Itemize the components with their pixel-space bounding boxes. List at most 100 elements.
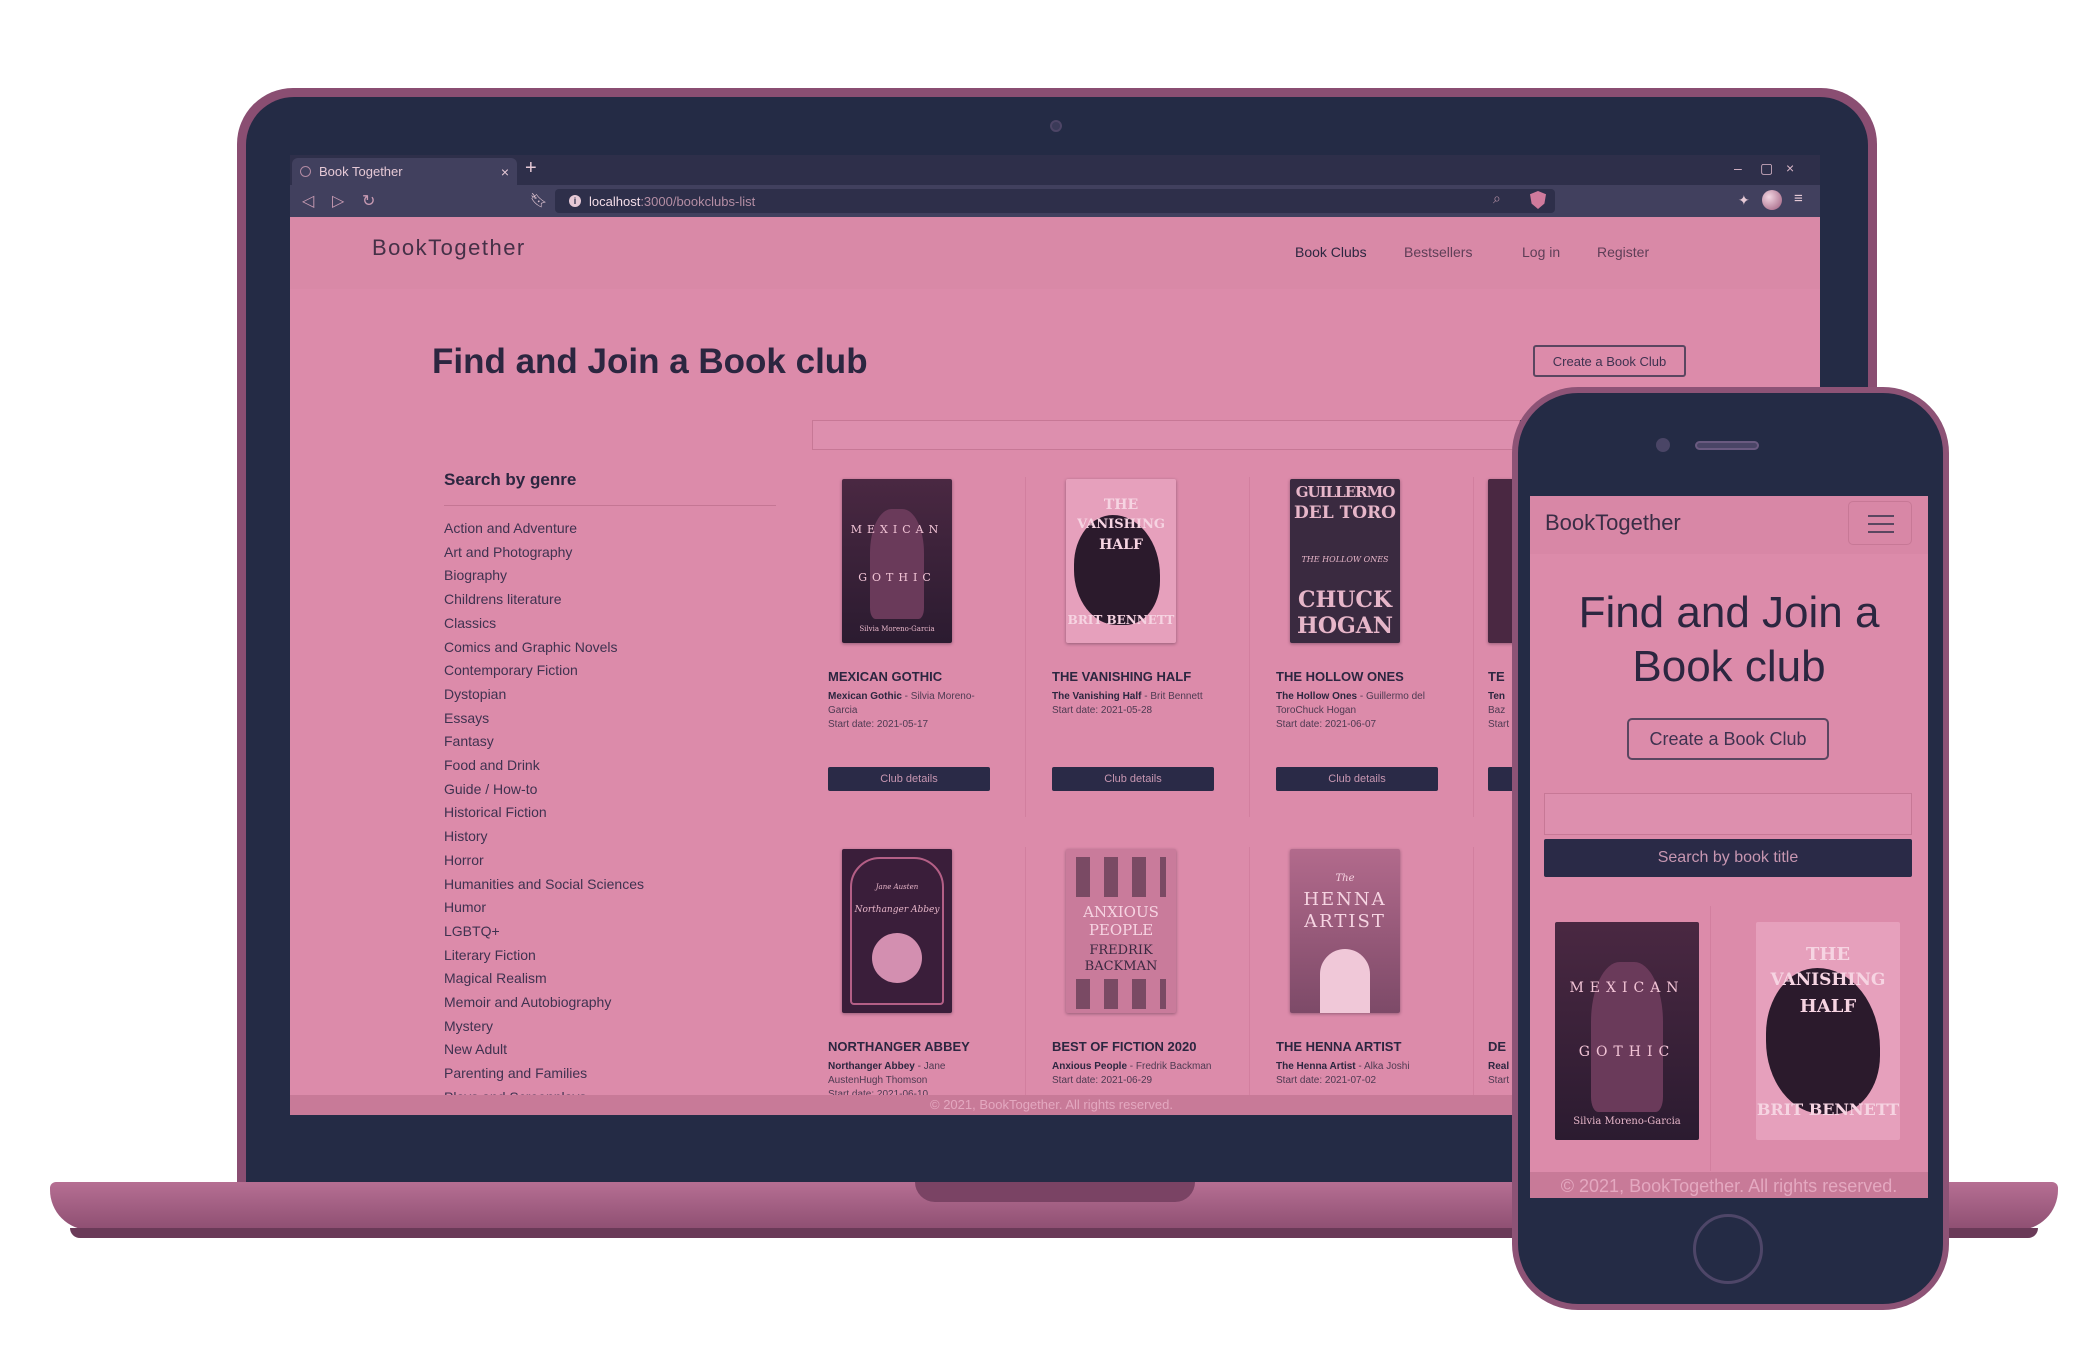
reload-icon[interactable]: ↻ bbox=[362, 191, 375, 211]
site-header: BookTogether Book Clubs Bestsellers Log … bbox=[290, 217, 1820, 289]
club-card: ANXIOUS PEOPLE FREDRIK BACKMAN BEST OF F… bbox=[1040, 847, 1250, 1115]
laptop-notch bbox=[915, 1182, 1195, 1202]
mobile-brand[interactable]: BookTogether bbox=[1545, 510, 1681, 536]
book-cover[interactable]: MEXICAN GOTHIC Silvia Moreno-Garcia bbox=[842, 479, 952, 643]
bookmark-icon[interactable]: 🔖︎ bbox=[530, 192, 548, 209]
tab-bar: Book Together × + – ▢ × bbox=[290, 155, 1820, 185]
mobile-search-button[interactable]: Search by book title bbox=[1544, 839, 1912, 877]
club-meta: Anxious People - Fredrik Backman Start da… bbox=[1052, 1061, 1212, 1086]
club-details-button[interactable]: Club details bbox=[1276, 767, 1438, 791]
club-details-button[interactable]: Club details bbox=[1052, 767, 1214, 791]
genre-link[interactable]: Horror bbox=[444, 849, 644, 873]
club-title: THE HOLLOW ONES bbox=[1276, 669, 1404, 684]
mobile-header: BookTogether bbox=[1530, 496, 1928, 554]
new-tab-button[interactable]: + bbox=[525, 157, 537, 180]
phone-speaker bbox=[1695, 441, 1759, 450]
phone-camera bbox=[1656, 438, 1670, 452]
browser-tab[interactable]: Book Together × bbox=[292, 158, 517, 185]
browser-menu-icon[interactable]: ≡ bbox=[1794, 190, 1803, 207]
zoom-icon[interactable]: ⌕ bbox=[1493, 190, 1501, 207]
genre-link[interactable]: Biography bbox=[444, 564, 644, 588]
url-host: localhost bbox=[589, 193, 641, 209]
nav-register[interactable]: Register bbox=[1597, 244, 1649, 260]
search-input[interactable] bbox=[812, 420, 1520, 450]
phone-screen: BookTogether Find and Join a Book club C… bbox=[1530, 496, 1928, 1198]
genre-link[interactable]: Contemporary Fiction bbox=[444, 659, 644, 683]
mobile-card-divider bbox=[1710, 906, 1711, 1171]
nav-bestsellers[interactable]: Bestsellers bbox=[1404, 244, 1472, 260]
mobile-book-cover[interactable]: MEXICAN GOTHIC Silvia Moreno-Garcia bbox=[1555, 922, 1699, 1140]
genre-link[interactable]: Parenting and Families bbox=[444, 1062, 644, 1086]
club-meta: The Henna Artist - Alka Joshi Start date:… bbox=[1276, 1061, 1410, 1086]
book-cover[interactable]: ANXIOUS PEOPLE FREDRIK BACKMAN bbox=[1066, 849, 1176, 1013]
club-title: BEST OF FICTION 2020 bbox=[1052, 1039, 1197, 1054]
genre-link[interactable]: History bbox=[444, 825, 644, 849]
club-meta: The Vanishing Half - Brit Bennett Start d… bbox=[1052, 691, 1203, 716]
site-brand[interactable]: BookTogether bbox=[372, 235, 526, 261]
site-info-icon[interactable]: i bbox=[569, 195, 581, 207]
genre-link[interactable]: Dystopian bbox=[444, 683, 644, 707]
address-bar: ◁ ▷ ↻ 🔖︎ i localhost :3000/bookclubs-lis… bbox=[290, 185, 1820, 217]
club-title: TE bbox=[1488, 669, 1505, 684]
extensions-icon[interactable]: ✦ bbox=[1738, 192, 1750, 209]
mobile-page-title: Find and Join a Book club bbox=[1578, 588, 1880, 691]
mobile-footer-text: © 2021, BookTogether. All rights reserve… bbox=[1560, 1176, 1898, 1196]
genre-link[interactable]: Humor bbox=[444, 896, 644, 920]
club-title: THE HENNA ARTIST bbox=[1276, 1039, 1402, 1054]
genre-link[interactable]: Historical Fiction bbox=[444, 801, 644, 825]
book-cover[interactable]: Jane Austen Northanger Abbey bbox=[842, 849, 952, 1013]
genre-link[interactable]: Action and Adventure bbox=[444, 517, 644, 541]
genre-link[interactable]: Art and Photography bbox=[444, 541, 644, 565]
tab-close-icon[interactable]: × bbox=[501, 164, 509, 180]
maximize-icon[interactable]: ▢ bbox=[1760, 160, 1773, 177]
club-details-button[interactable]: Club details bbox=[828, 767, 990, 791]
genre-link[interactable]: Childrens literature bbox=[444, 588, 644, 612]
club-card: Jane Austen Northanger Abbey NORTHANGER … bbox=[816, 847, 1026, 1115]
club-card: The HENNA ARTIST THE HENNA ARTIST The He… bbox=[1264, 847, 1474, 1115]
url-field[interactable]: i localhost :3000/bookclubs-list bbox=[555, 189, 1555, 213]
book-cover[interactable]: THE VANISHING HALF BRIT BENNETT bbox=[1066, 479, 1176, 643]
genre-link[interactable]: Literary Fiction bbox=[444, 944, 644, 968]
club-meta: Mexican Gothic - Silvia Moreno-Garcia Sta… bbox=[828, 691, 975, 730]
nav-book-clubs[interactable]: Book Clubs bbox=[1295, 244, 1367, 260]
genre-link[interactable]: Guide / How-to bbox=[444, 778, 644, 802]
book-cover[interactable]: GUILLERMO DEL TORO THE HOLLOW ONES CHUCK… bbox=[1290, 479, 1400, 643]
genre-list: Action and Adventure Art and Photography… bbox=[444, 517, 644, 1110]
genre-heading: Search by genre bbox=[444, 470, 577, 489]
genre-link[interactable]: Mystery bbox=[444, 1015, 644, 1039]
phone-home-button[interactable] bbox=[1693, 1214, 1763, 1284]
back-icon[interactable]: ◁ bbox=[302, 191, 314, 211]
laptop-camera bbox=[1050, 120, 1062, 132]
genre-link[interactable]: Essays bbox=[444, 707, 644, 731]
footer-text: © 2021, BookTogether. All rights reserve… bbox=[930, 1097, 1173, 1112]
club-card: MEXICAN GOTHIC Silvia Moreno-Garcia MEXI… bbox=[816, 477, 1026, 817]
club-title: MEXICAN GOTHIC bbox=[828, 669, 943, 684]
window-close-icon[interactable]: × bbox=[1786, 160, 1794, 176]
page-title: Find and Join a Book club bbox=[432, 342, 868, 381]
club-card: THE VANISHING HALF BRIT BENNETT THE VANI… bbox=[1040, 477, 1250, 817]
mobile-book-cover[interactable]: THE VANISHING HALF BRIT BENNETT bbox=[1756, 922, 1900, 1140]
tab-title: Book Together bbox=[319, 164, 403, 179]
genre-link[interactable]: Classics bbox=[444, 612, 644, 636]
forward-icon[interactable]: ▷ bbox=[332, 191, 344, 211]
genre-link[interactable]: Comics and Graphic Novels bbox=[444, 636, 644, 660]
mobile-create-book-club-button[interactable]: Create a Book Club bbox=[1627, 718, 1829, 760]
genre-link[interactable]: Humanities and Social Sciences bbox=[444, 873, 644, 897]
book-cover[interactable]: The HENNA ARTIST bbox=[1290, 849, 1400, 1013]
genre-link[interactable]: Food and Drink bbox=[444, 754, 644, 778]
genre-link[interactable]: Memoir and Autobiography bbox=[444, 991, 644, 1015]
genre-divider bbox=[444, 505, 776, 506]
genre-link[interactable]: New Adult bbox=[444, 1038, 644, 1062]
club-card: GUILLERMO DEL TORO THE HOLLOW ONES CHUCK… bbox=[1264, 477, 1474, 817]
create-book-club-button[interactable]: Create a Book Club bbox=[1533, 345, 1686, 377]
nav-log-in[interactable]: Log in bbox=[1522, 244, 1560, 260]
profile-avatar-icon[interactable] bbox=[1762, 190, 1782, 210]
url-path: :3000/bookclubs-list bbox=[640, 193, 756, 209]
hamburger-menu-icon[interactable] bbox=[1848, 501, 1912, 545]
genre-link[interactable]: Magical Realism bbox=[444, 967, 644, 991]
club-title: DE bbox=[1488, 1039, 1507, 1054]
mobile-search-input[interactable] bbox=[1544, 793, 1912, 835]
minimize-icon[interactable]: – bbox=[1734, 160, 1742, 176]
genre-link[interactable]: Fantasy bbox=[444, 730, 644, 754]
genre-link[interactable]: LGBTQ+ bbox=[444, 920, 644, 944]
